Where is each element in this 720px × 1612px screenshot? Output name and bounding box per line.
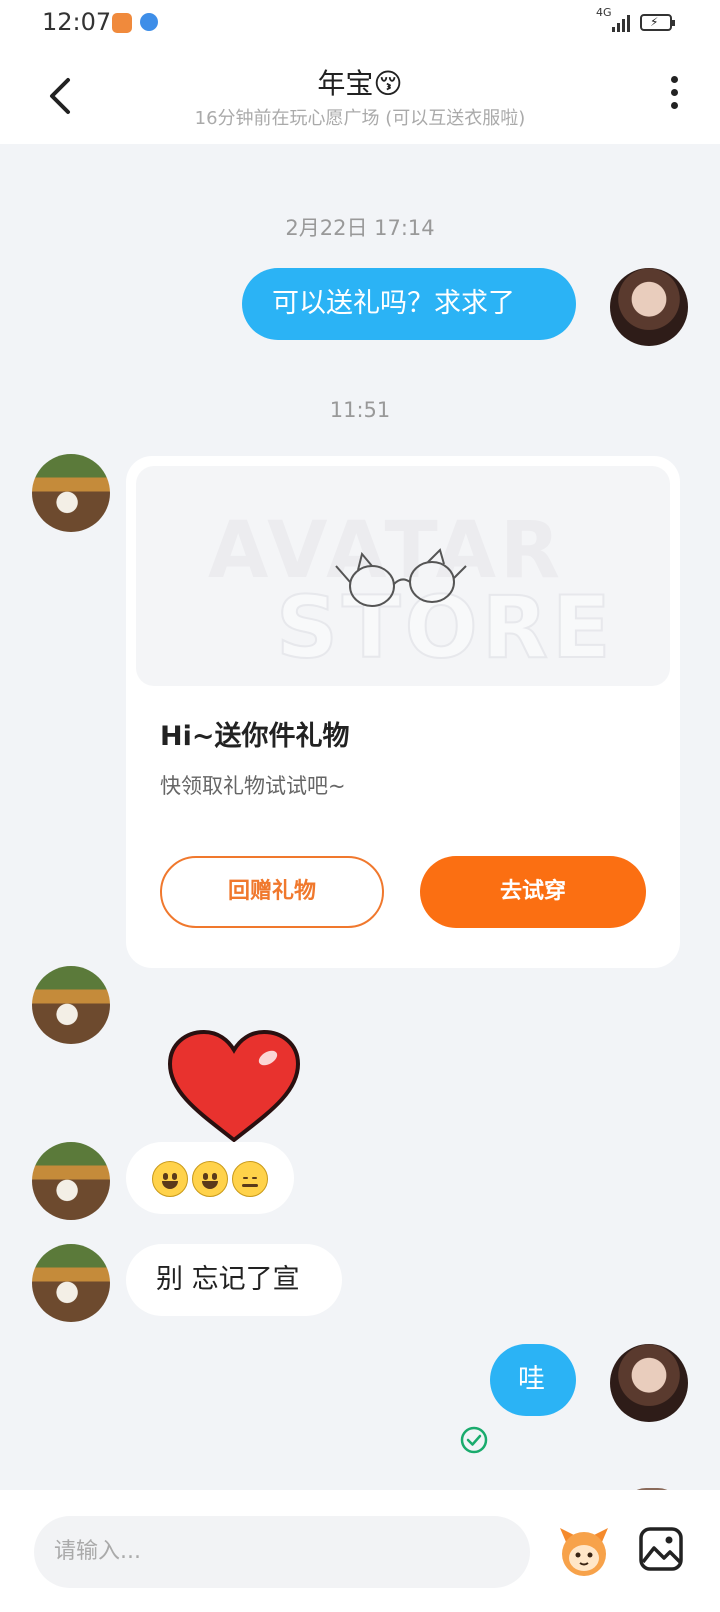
- my-avatar[interactable]: [610, 1344, 688, 1422]
- contact-avatar[interactable]: [32, 1244, 110, 1322]
- incoming-emoji-message[interactable]: [126, 1142, 294, 1214]
- message-timestamp: 11:51: [329, 398, 391, 422]
- gift-card-title: Hi~送你件礼物: [160, 721, 350, 752]
- contact-avatar[interactable]: [32, 966, 110, 1044]
- my-avatar[interactable]: [610, 268, 688, 346]
- read-receipt-icon: [460, 1426, 488, 1454]
- gift-card-description: 快领取礼物试试吧~: [160, 774, 346, 798]
- contact-avatar[interactable]: [32, 1142, 110, 1220]
- network-type-label: 4G: [596, 6, 612, 19]
- mascot-emoji-icon[interactable]: [556, 1522, 612, 1578]
- status-time: 12:07: [42, 8, 112, 36]
- red-heart-sticker[interactable]: [164, 1028, 304, 1148]
- more-options-icon[interactable]: [668, 76, 680, 116]
- battery-charging-icon: ⚡: [640, 14, 675, 31]
- grinning-face-icon: [152, 1160, 188, 1197]
- signal-icon: [612, 14, 632, 32]
- return-gift-button[interactable]: 回赠礼物: [160, 856, 384, 928]
- browser-notification-icon: [140, 13, 158, 31]
- image-picker-icon[interactable]: [638, 1526, 684, 1572]
- cat-ear-glasses-icon: [335, 548, 467, 607]
- contact-status: 16分钟前在玩心愿广场 (可以互送衣服啦): [194, 108, 526, 129]
- gift-card[interactable]: AVATAR STORE Hi~送你件礼物 快领取礼物试试吧~ 回赠礼物 去试穿: [126, 456, 680, 968]
- message-timestamp: 2月22日 17:14: [285, 216, 435, 240]
- contact-avatar[interactable]: [32, 454, 110, 532]
- app-notification-icon: [112, 13, 132, 33]
- gift-banner: AVATAR STORE: [136, 466, 670, 686]
- chat-header: 年宝😚 16分钟前在玩心愿广场 (可以互送衣服啦): [0, 48, 720, 144]
- outgoing-text-message[interactable]: 哇: [490, 1344, 576, 1416]
- relieved-face-icon: [232, 1160, 268, 1197]
- status-bar: 12:07 4G ⚡: [0, 0, 720, 48]
- grinning-face-icon: [192, 1160, 228, 1197]
- outgoing-text-message[interactable]: 可以送礼吗？求求了: [242, 268, 576, 340]
- incoming-text-message[interactable]: 别 忘记了宣: [126, 1244, 342, 1316]
- try-on-button[interactable]: 去试穿: [420, 856, 646, 928]
- contact-name: 年宝😚: [317, 67, 403, 100]
- message-input[interactable]: 请输入...: [34, 1516, 530, 1588]
- input-bar: 请输入...: [0, 1490, 720, 1612]
